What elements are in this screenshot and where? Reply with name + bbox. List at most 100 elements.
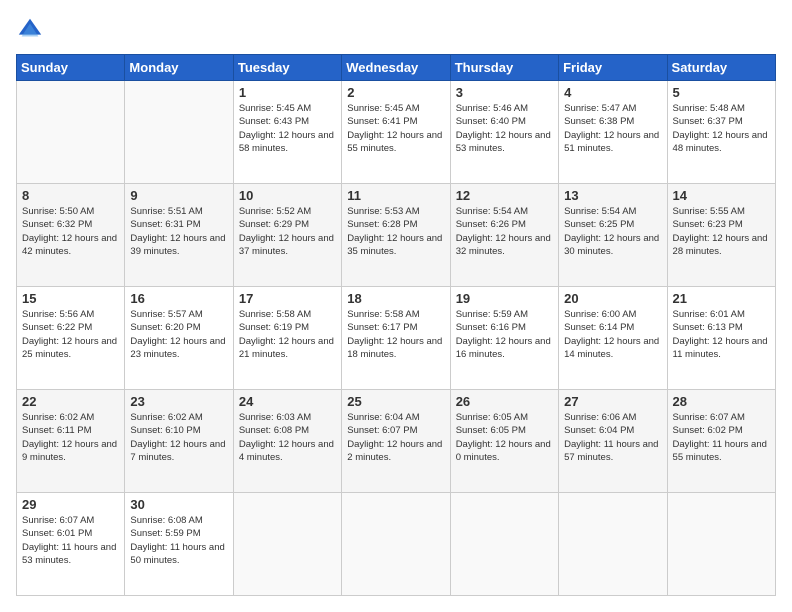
day-info: Sunrise: 5:45 AMSunset: 6:43 PMDaylight:…	[239, 102, 336, 155]
day-cell-30: 30Sunrise: 6:08 AMSunset: 5:59 PMDayligh…	[125, 493, 233, 596]
day-number: 22	[22, 394, 119, 409]
day-number: 30	[130, 497, 227, 512]
day-number: 29	[22, 497, 119, 512]
day-number: 28	[673, 394, 770, 409]
day-number: 9	[130, 188, 227, 203]
day-info: Sunrise: 6:01 AMSunset: 6:13 PMDaylight:…	[673, 308, 770, 361]
calendar-week-2: 8 Sunrise: 5:50 AMSunset: 6:32 PMDaylight…	[17, 184, 776, 287]
calendar-table: SundayMondayTuesdayWednesdayThursdayFrid…	[16, 54, 776, 596]
day-cell-28: 28 Sunrise: 6:07 AMSunset: 6:02 PMDayligh…	[667, 390, 775, 493]
day-info: Sunrise: 5:46 AMSunset: 6:40 PMDaylight:…	[456, 102, 553, 155]
day-info: Sunrise: 5:57 AMSunset: 6:20 PMDaylight:…	[130, 308, 227, 361]
day-info: Sunrise: 5:56 AMSunset: 6:22 PMDaylight:…	[22, 308, 119, 361]
day-cell-29: 29 Sunrise: 6:07 AMSunset: 6:01 PMDayligh…	[17, 493, 125, 596]
day-cell-18: 18 Sunrise: 5:58 AMSunset: 6:17 PMDayligh…	[342, 287, 450, 390]
day-info: Sunrise: 5:54 AMSunset: 6:26 PMDaylight:…	[456, 205, 553, 258]
day-number: 18	[347, 291, 444, 306]
day-cell-17: 17Sunrise: 5:58 AMSunset: 6:19 PMDayligh…	[233, 287, 341, 390]
day-cell-10: 10 Sunrise: 5:52 AMSunset: 6:29 PMDayligh…	[233, 184, 341, 287]
day-number: 21	[673, 291, 770, 306]
day-number: 25	[347, 394, 444, 409]
day-number: 4	[564, 85, 661, 100]
day-cell-12: 12 Sunrise: 5:54 AMSunset: 6:26 PMDayligh…	[450, 184, 558, 287]
day-number: 15	[22, 291, 119, 306]
empty-cell	[17, 81, 125, 184]
day-info: Sunrise: 6:03 AMSunset: 6:08 PMDaylight:…	[239, 411, 336, 464]
empty-cell	[233, 493, 341, 596]
day-cell-11: 11 Sunrise: 5:53 AMSunset: 6:28 PMDayligh…	[342, 184, 450, 287]
day-number: 11	[347, 188, 444, 203]
day-cell-13: 13Sunrise: 5:54 AMSunset: 6:25 PMDayligh…	[559, 184, 667, 287]
day-number: 24	[239, 394, 336, 409]
day-cell-22: 22 Sunrise: 6:02 AMSunset: 6:11 PMDayligh…	[17, 390, 125, 493]
day-number: 1	[239, 85, 336, 100]
day-number: 10	[239, 188, 336, 203]
day-number: 17	[239, 291, 336, 306]
col-header-sunday: Sunday	[17, 55, 125, 81]
day-info: Sunrise: 6:02 AMSunset: 6:11 PMDaylight:…	[22, 411, 119, 464]
col-header-saturday: Saturday	[667, 55, 775, 81]
day-number: 27	[564, 394, 661, 409]
day-cell-2: 2Sunrise: 5:45 AMSunset: 6:41 PMDaylight…	[342, 81, 450, 184]
day-info: Sunrise: 5:53 AMSunset: 6:28 PMDaylight:…	[347, 205, 444, 258]
day-cell-8: 8 Sunrise: 5:50 AMSunset: 6:32 PMDaylight…	[17, 184, 125, 287]
day-number: 8	[22, 188, 119, 203]
calendar-week-5: 29 Sunrise: 6:07 AMSunset: 6:01 PMDayligh…	[17, 493, 776, 596]
empty-cell	[342, 493, 450, 596]
day-info: Sunrise: 5:52 AMSunset: 6:29 PMDaylight:…	[239, 205, 336, 258]
day-cell-26: 26 Sunrise: 6:05 AMSunset: 6:05 PMDayligh…	[450, 390, 558, 493]
day-cell-24: 24 Sunrise: 6:03 AMSunset: 6:08 PMDayligh…	[233, 390, 341, 493]
day-cell-25: 25 Sunrise: 6:04 AMSunset: 6:07 PMDayligh…	[342, 390, 450, 493]
day-info: Sunrise: 6:07 AMSunset: 6:02 PMDaylight:…	[673, 411, 770, 464]
header	[16, 16, 776, 44]
day-info: Sunrise: 5:55 AMSunset: 6:23 PMDaylight:…	[673, 205, 770, 258]
day-cell-15: 15 Sunrise: 5:56 AMSunset: 6:22 PMDayligh…	[17, 287, 125, 390]
day-info: Sunrise: 6:00 AMSunset: 6:14 PMDaylight:…	[564, 308, 661, 361]
calendar-week-3: 15 Sunrise: 5:56 AMSunset: 6:22 PMDayligh…	[17, 287, 776, 390]
day-cell-21: 21 Sunrise: 6:01 AMSunset: 6:13 PMDayligh…	[667, 287, 775, 390]
empty-cell	[125, 81, 233, 184]
day-number: 26	[456, 394, 553, 409]
day-number: 19	[456, 291, 553, 306]
calendar-body: 1 Sunrise: 5:45 AMSunset: 6:43 PMDaylight…	[17, 81, 776, 596]
day-info: Sunrise: 5:50 AMSunset: 6:32 PMDaylight:…	[22, 205, 119, 258]
day-cell-3: 3Sunrise: 5:46 AMSunset: 6:40 PMDaylight…	[450, 81, 558, 184]
day-number: 12	[456, 188, 553, 203]
day-info: Sunrise: 5:47 AMSunset: 6:38 PMDaylight:…	[564, 102, 661, 155]
empty-cell	[667, 493, 775, 596]
day-number: 5	[673, 85, 770, 100]
col-header-thursday: Thursday	[450, 55, 558, 81]
logo-icon	[16, 16, 44, 44]
calendar-week-1: 1 Sunrise: 5:45 AMSunset: 6:43 PMDaylight…	[17, 81, 776, 184]
day-info: Sunrise: 6:07 AMSunset: 6:01 PMDaylight:…	[22, 514, 119, 567]
day-info: Sunrise: 6:06 AMSunset: 6:04 PMDaylight:…	[564, 411, 661, 464]
day-cell-9: 9 Sunrise: 5:51 AMSunset: 6:31 PMDaylight…	[125, 184, 233, 287]
day-info: Sunrise: 6:04 AMSunset: 6:07 PMDaylight:…	[347, 411, 444, 464]
calendar-week-4: 22 Sunrise: 6:02 AMSunset: 6:11 PMDayligh…	[17, 390, 776, 493]
day-cell-23: 23 Sunrise: 6:02 AMSunset: 6:10 PMDayligh…	[125, 390, 233, 493]
day-info: Sunrise: 5:51 AMSunset: 6:31 PMDaylight:…	[130, 205, 227, 258]
logo	[16, 16, 48, 44]
day-cell-20: 20 Sunrise: 6:00 AMSunset: 6:14 PMDayligh…	[559, 287, 667, 390]
empty-cell	[559, 493, 667, 596]
day-number: 16	[130, 291, 227, 306]
col-header-tuesday: Tuesday	[233, 55, 341, 81]
day-number: 20	[564, 291, 661, 306]
day-cell-27: 27 Sunrise: 6:06 AMSunset: 6:04 PMDayligh…	[559, 390, 667, 493]
day-cell-5: 5 Sunrise: 5:48 AMSunset: 6:37 PMDaylight…	[667, 81, 775, 184]
day-info: Sunrise: 5:58 AMSunset: 6:17 PMDaylight:…	[347, 308, 444, 361]
day-info: Sunrise: 6:02 AMSunset: 6:10 PMDaylight:…	[130, 411, 227, 464]
day-info: Sunrise: 5:59 AMSunset: 6:16 PMDaylight:…	[456, 308, 553, 361]
day-cell-19: 19 Sunrise: 5:59 AMSunset: 6:16 PMDayligh…	[450, 287, 558, 390]
calendar-header-row: SundayMondayTuesdayWednesdayThursdayFrid…	[17, 55, 776, 81]
empty-cell	[450, 493, 558, 596]
day-number: 14	[673, 188, 770, 203]
day-info: Sunrise: 6:05 AMSunset: 6:05 PMDaylight:…	[456, 411, 553, 464]
col-header-wednesday: Wednesday	[342, 55, 450, 81]
day-number: 23	[130, 394, 227, 409]
day-cell-4: 4 Sunrise: 5:47 AMSunset: 6:38 PMDaylight…	[559, 81, 667, 184]
day-cell-16: 16 Sunrise: 5:57 AMSunset: 6:20 PMDayligh…	[125, 287, 233, 390]
day-cell-14: 14 Sunrise: 5:55 AMSunset: 6:23 PMDayligh…	[667, 184, 775, 287]
page: SundayMondayTuesdayWednesdayThursdayFrid…	[0, 0, 792, 612]
day-info: Sunrise: 5:48 AMSunset: 6:37 PMDaylight:…	[673, 102, 770, 155]
